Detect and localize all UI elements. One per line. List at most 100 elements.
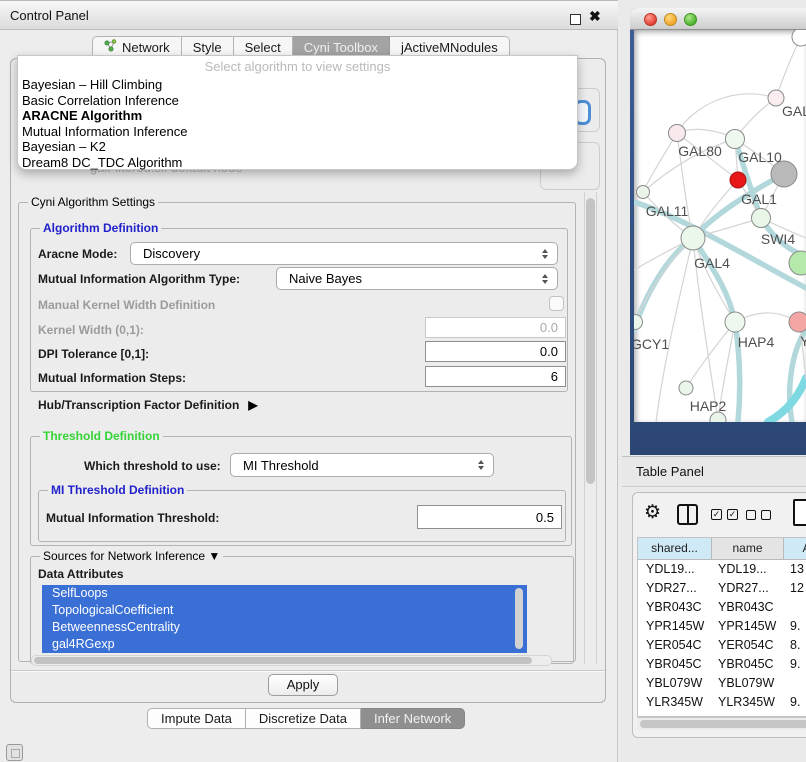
unchecked-checkbox-icon[interactable] — [761, 510, 771, 520]
checked-checkbox-icon[interactable]: ✓ — [727, 509, 738, 520]
table-cell: YBL079W — [638, 674, 712, 693]
network-node[interactable] — [789, 312, 806, 332]
hub-definition-label: Hub/Transcription Factor Definition — [38, 398, 239, 412]
network-node[interactable] — [681, 226, 705, 250]
attributes-hscrollbar-thumb[interactable] — [34, 657, 532, 664]
table-hscrollbar-thumb[interactable] — [640, 720, 806, 728]
table-cell: YDR27... — [712, 579, 784, 598]
attribute-item-selected[interactable]: TopologicalCoefficient — [42, 602, 527, 619]
table-row[interactable]: YBL079WYBL079W — [638, 674, 806, 693]
table-cell: YDL19... — [712, 560, 784, 579]
expand-right-icon[interactable]: ▶ — [248, 398, 257, 412]
column-header-a[interactable]: A — [784, 538, 806, 560]
aracne-mode-label: Aracne Mode: — [38, 247, 117, 261]
network-canvas[interactable]: GALGAL80GAL10GAL1GAL11SWI4GAL4GCY1HAP4YH… — [634, 30, 806, 422]
network-node[interactable] — [752, 209, 771, 228]
mi-steps-label: Mutual Information Steps: — [38, 371, 186, 385]
table-panel: ⚙ ✓ ✓ shared...nameA YDL19...YDL19...13Y… — [632, 492, 806, 738]
table-row[interactable]: YBR045CYBR045C9. — [638, 655, 806, 674]
tab-impute-data[interactable]: Impute Data — [147, 708, 246, 729]
mi-steps-field[interactable]: 6 — [425, 366, 566, 387]
table-panel-bar: Table Panel — [622, 456, 806, 487]
columns-icon[interactable] — [677, 504, 698, 525]
gear-icon[interactable]: ⚙ — [644, 501, 661, 524]
settings-scrollbar-thumb[interactable] — [586, 198, 595, 484]
screen: Control Panel ✖ NetworkStyleSelectCyni T… — [0, 0, 806, 762]
network-graph: GALGAL80GAL10GAL1GAL11SWI4GAL4GCY1HAP4YH… — [634, 30, 806, 422]
spinner-arrows-icon — [542, 249, 548, 259]
tab-label: Select — [245, 40, 281, 55]
table-cell: YLR345W — [638, 693, 712, 712]
kernel-width-label: Kernel Width (0,1): — [38, 323, 144, 337]
zoom-traffic-light-icon[interactable] — [684, 13, 697, 26]
table-row[interactable]: YER054CYER054C8. — [638, 636, 806, 655]
checked-checkbox-icon[interactable]: ✓ — [711, 509, 722, 520]
table-cell: YBL079W — [712, 674, 784, 693]
hub-definition-toggle[interactable]: Hub/Transcription Factor Definition ▶ — [38, 398, 258, 412]
table-row[interactable]: YDL19...YDL19...13 — [638, 560, 806, 579]
algorithm-definition-title: Algorithm Definition — [40, 221, 161, 235]
spinner-arrows-icon — [478, 460, 484, 470]
table-cell: YLR345W — [712, 693, 784, 712]
attribute-item-selected[interactable]: SelfLoops — [42, 585, 527, 602]
dpi-tolerance-label: DPI Tolerance [0,1]: — [38, 347, 149, 361]
dropdown-item[interactable]: Basic Correlation Inference — [21, 93, 574, 109]
attributes-hscrollbar[interactable] — [31, 655, 552, 666]
column-header-shared-[interactable]: shared... — [638, 538, 712, 560]
apply-button[interactable]: Apply — [268, 674, 338, 696]
table-row[interactable]: YDR27...YDR27...12 — [638, 579, 806, 598]
dropdown-item[interactable]: Bayesian – Hill Climbing — [21, 77, 574, 93]
mi-type-combo[interactable]: Naive Bayes — [276, 267, 558, 290]
table-cell: 9. — [784, 655, 806, 674]
aracne-mode-combo[interactable]: Discovery — [130, 242, 558, 265]
tab-discretize-data[interactable]: Discretize Data — [246, 708, 361, 729]
which-threshold-value: MI Threshold — [243, 458, 319, 473]
network-node[interactable] — [669, 125, 686, 142]
unchecked-checkbox-icon[interactable] — [746, 510, 756, 520]
table-row[interactable]: YPR145WYPR145W9. — [638, 617, 806, 636]
mi-threshold-field[interactable]: 0.5 — [417, 505, 562, 529]
table-row[interactable]: YBR043CYBR043C — [638, 598, 806, 617]
dropdown-item[interactable]: Mutual Information Inference — [21, 124, 574, 140]
network-node[interactable] — [730, 172, 746, 188]
file-icon[interactable] — [793, 499, 806, 526]
dropdown-item[interactable]: ARACNE Algorithm — [21, 108, 574, 124]
node-label: GAL — [782, 103, 806, 119]
attribute-item-selected[interactable]: gal4RGexp — [42, 636, 527, 653]
column-header-name[interactable]: name — [712, 538, 784, 560]
mini-window-icon[interactable] — [6, 744, 23, 761]
mi-threshold-label: Mutual Information Threshold: — [46, 511, 219, 525]
network-node[interactable] — [679, 381, 693, 395]
table-cell: YER054C — [638, 636, 712, 655]
manual-kernel-checkbox[interactable] — [549, 296, 564, 311]
table-cell: YBR043C — [712, 598, 784, 617]
float-window-icon[interactable] — [570, 14, 581, 25]
network-node[interactable] — [637, 186, 650, 199]
tab-label: Cyni Toolbox — [304, 40, 378, 55]
mi-threshold-group-title: MI Threshold Definition — [48, 483, 187, 497]
dropdown-item[interactable]: Bayesian – K2 — [21, 139, 574, 155]
network-node[interactable] — [725, 312, 745, 332]
node-label: HAP2 — [690, 398, 727, 414]
collapse-down-icon[interactable]: ▼ — [208, 549, 220, 563]
table-cell: YER054C — [712, 636, 784, 655]
table-cell — [784, 674, 806, 693]
node-label: GAL10 — [738, 149, 782, 165]
which-threshold-combo[interactable]: MI Threshold — [230, 453, 494, 477]
dpi-tolerance-field[interactable]: 0.0 — [425, 341, 566, 362]
table-row[interactable]: YLR345WYLR345W9. — [638, 693, 806, 712]
network-node[interactable] — [792, 30, 806, 46]
tab-infer-network[interactable]: Infer Network — [361, 708, 465, 729]
close-icon[interactable]: ✖ — [589, 8, 601, 25]
close-traffic-light-icon[interactable] — [644, 13, 657, 26]
table-hscrollbar[interactable] — [637, 717, 806, 730]
kernel-width-field[interactable]: 0.0 — [425, 317, 566, 338]
attributes-vscrollbar-thumb[interactable] — [515, 588, 523, 649]
dropdown-item[interactable]: Dream8 DC_TDC Algorithm — [21, 155, 574, 171]
network-node[interactable] — [726, 130, 745, 149]
settings-scrollbar[interactable] — [584, 192, 597, 664]
data-attributes-list[interactable]: SelfLoopsTopologicalCoefficientBetweenne… — [42, 585, 527, 653]
network-node[interactable] — [789, 251, 806, 275]
minimize-traffic-light-icon[interactable] — [664, 13, 677, 26]
attribute-item-selected[interactable]: BetweennessCentrality — [42, 619, 527, 636]
